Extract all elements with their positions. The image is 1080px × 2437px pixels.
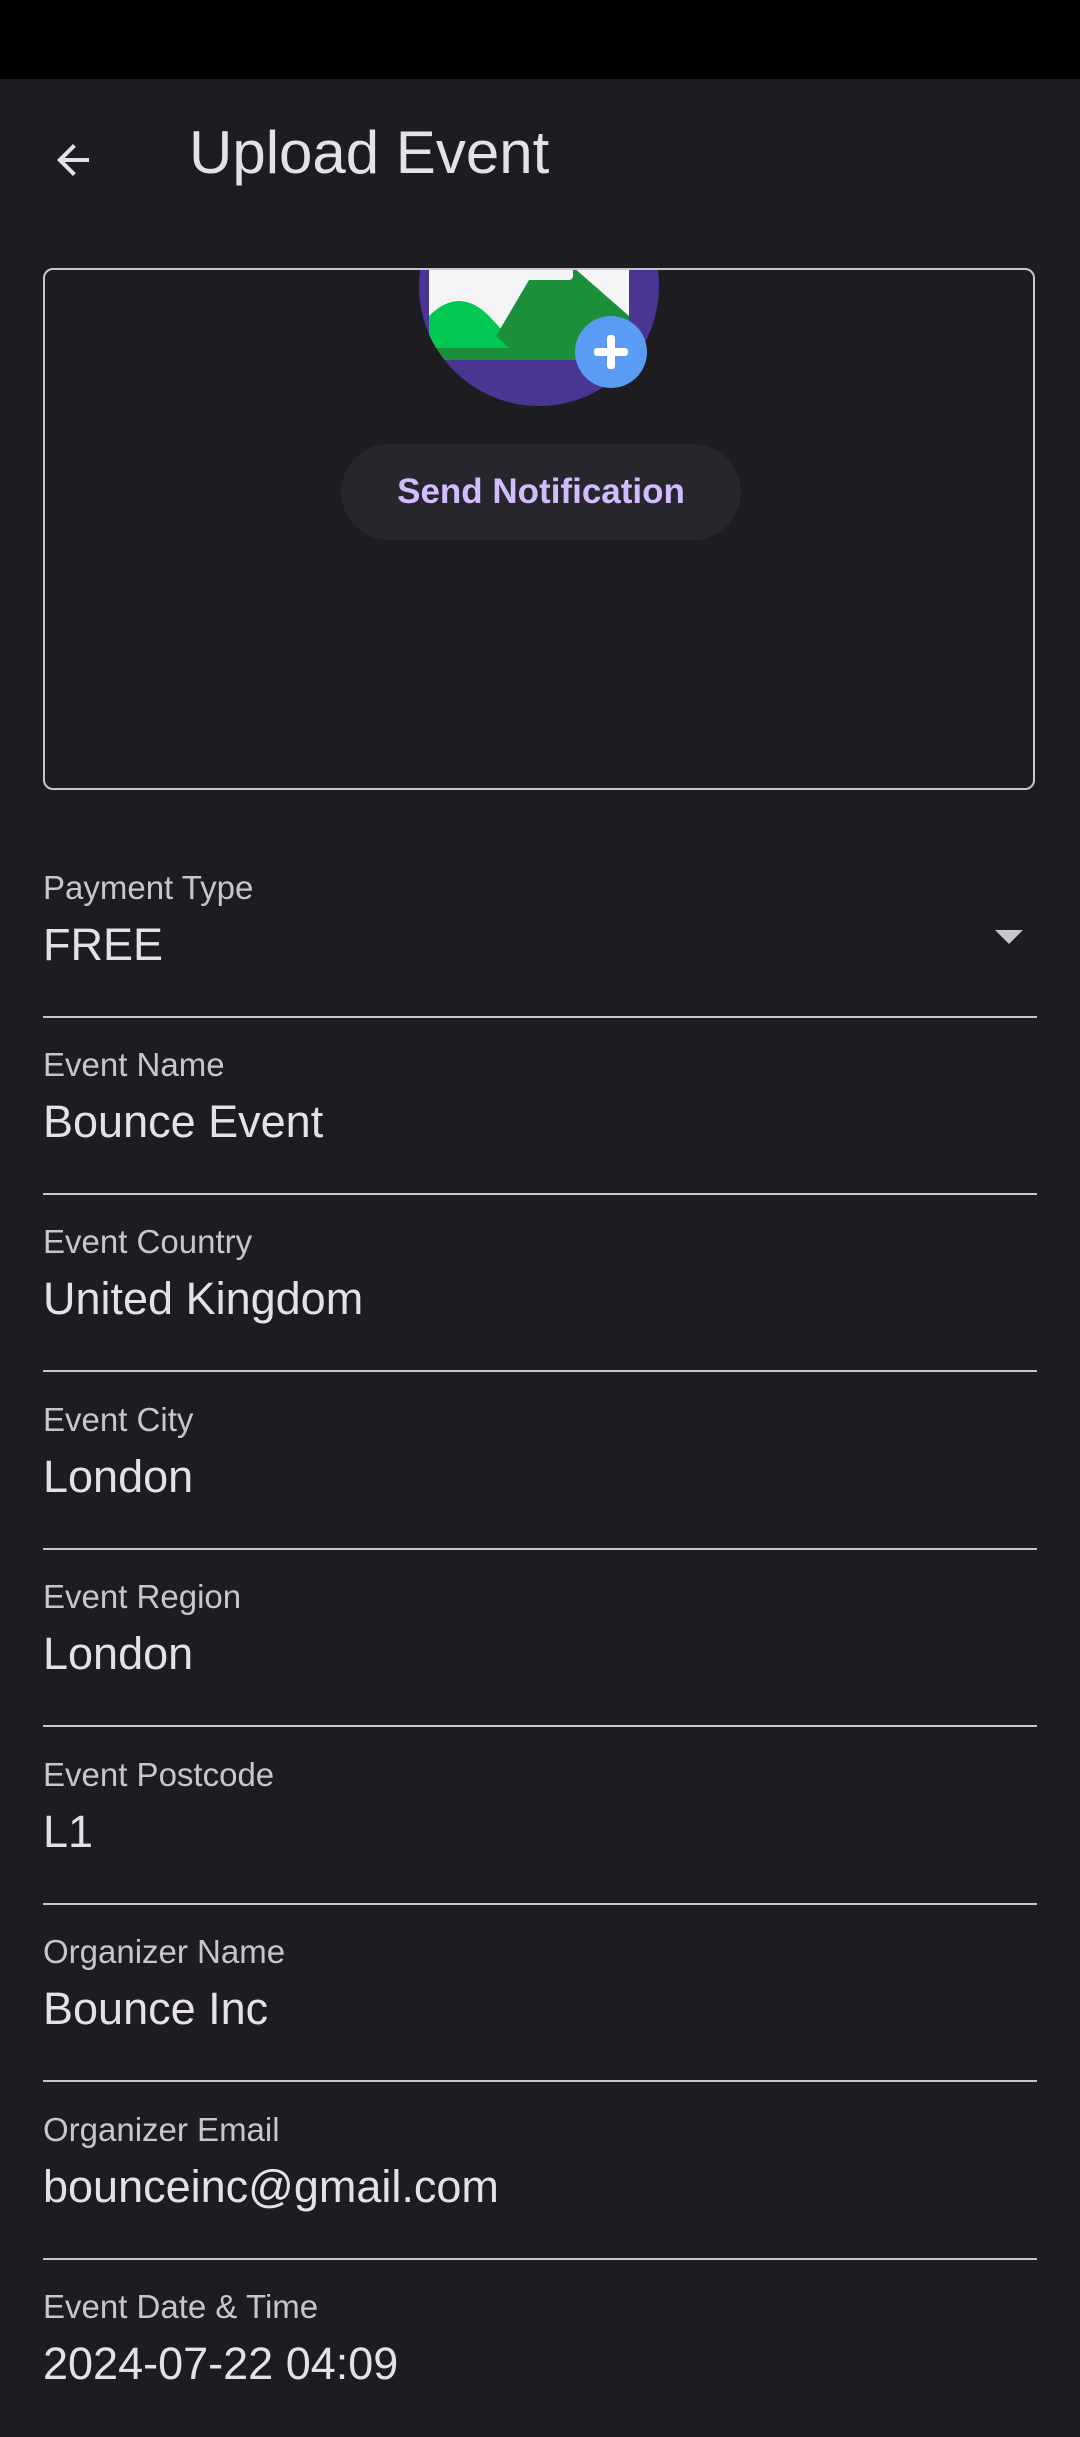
event-name-field[interactable]: Event Name Bounce Event — [43, 1045, 1037, 1195]
event-datetime-field[interactable]: Event Date & Time 2024-07-22 04:09 — [43, 2287, 1037, 2437]
event-name-label: Event Name — [43, 1046, 225, 1083]
event-city-label: Event City — [43, 1401, 194, 1438]
event-region-field[interactable]: Event Region London — [43, 1577, 1037, 1727]
organizer-name-field[interactable]: Organizer Name Bounce Inc — [43, 1932, 1037, 2082]
status-bar — [0, 0, 1080, 79]
image-picker-card[interactable]: Send Notification — [43, 268, 1035, 790]
payment-type-dropdown[interactable]: Payment Type FREE — [43, 868, 1037, 1018]
organizer-email-label: Organizer Email — [43, 2111, 280, 2148]
organizer-email-field[interactable]: Organizer Email bounceinc@gmail.com — [43, 2110, 1037, 2260]
event-datetime-value[interactable]: 2024-07-22 04:09 — [43, 2337, 398, 2391]
organizer-email-value[interactable]: bounceinc@gmail.com — [43, 2160, 499, 2214]
event-region-value[interactable]: London — [43, 1627, 193, 1681]
event-region-label: Event Region — [43, 1578, 242, 1615]
event-country-field[interactable]: Event Country United Kingdom — [43, 1222, 1037, 1372]
page-title: Upload Event — [189, 119, 550, 186]
organizer-name-value[interactable]: Bounce Inc — [43, 1982, 268, 2036]
send-notification-button[interactable]: Send Notification — [341, 444, 741, 540]
event-city-value[interactable]: London — [43, 1450, 193, 1504]
add-image-icon[interactable] — [419, 268, 659, 406]
event-datetime-label: Event Date & Time — [43, 2288, 319, 2325]
payment-type-value: FREE — [43, 919, 164, 970]
arrow-back-icon — [57, 144, 89, 176]
event-name-value[interactable]: Bounce Event — [43, 1095, 323, 1149]
event-country-value[interactable]: United Kingdom — [43, 1272, 363, 1326]
back-button[interactable] — [30, 117, 116, 203]
event-country-label: Event Country — [43, 1223, 253, 1260]
event-city-field[interactable]: Event City London — [43, 1400, 1037, 1550]
app-bar: Upload Event — [0, 79, 1080, 227]
event-postcode-value[interactable]: L1 — [43, 1805, 93, 1859]
payment-type-label: Payment Type — [43, 869, 254, 906]
event-postcode-label: Event Postcode — [43, 1756, 275, 1793]
dropdown-arrow-icon — [995, 930, 1023, 944]
event-postcode-field[interactable]: Event Postcode L1 — [43, 1755, 1037, 1905]
organizer-name-label: Organizer Name — [43, 1933, 286, 1970]
